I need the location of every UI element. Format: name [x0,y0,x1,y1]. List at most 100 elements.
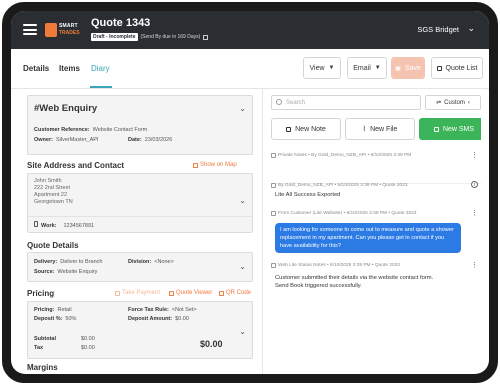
more-options-icon[interactable]: ⋮ [471,209,478,217]
map-icon [193,162,198,168]
new-note-button[interactable]: New Note [271,118,341,140]
delivery-value: Deliver to Branch [60,259,103,265]
card-icon [115,290,120,296]
enquiry-card[interactable]: #Web Enquiry ⌄ Customer Reference: Websi… [27,95,253,155]
quote-details-title: Quote Details [27,241,79,250]
entry-meta-text: Private Notes • By Gold_Demo_NZB_API • 6… [278,153,412,158]
deposit-pct-label: Deposit %: [34,316,63,322]
force-tax-label: Force Tax Rule: [128,307,169,313]
take-payment-label: Take Payment [122,290,161,296]
company-selector[interactable]: SGS Bridget [417,25,459,34]
entry-meta: Private Notes • By Gold_Demo_NZB_API • 6… [271,153,411,158]
tab-bar: Details Items Diary View ▼ Email ▼ ▣ Save Q… [11,49,489,89]
pricing-card[interactable]: Pricing: Retail Deposit %: 50% Force Tax… [27,301,253,359]
search-input[interactable]: Search [271,95,421,110]
address-block: John Smith 222 2nd Street Apartment 22 G… [34,178,73,206]
tab-details[interactable]: Details [23,64,49,73]
quote-viewer-link[interactable]: Quote Viewer [169,290,212,296]
qr-code-label: QR Code [226,290,252,296]
take-payment-link[interactable]: Take Payment [115,290,160,296]
top-bar: SMART TRADES Quote 1343 Draft - Incomple… [11,11,489,49]
menu-icon[interactable] [23,24,37,35]
customer-icon [271,211,276,216]
tab-items[interactable]: Items [59,64,80,73]
margins-title: Margins [27,363,58,372]
note-icon [271,153,276,158]
qr-code-link[interactable]: QR Code [219,290,251,296]
search-placeholder: Search [286,100,306,106]
entry-body: Customer submitted their details via the… [275,274,433,290]
message-bubble: I am looking for someone to come out to … [275,223,461,253]
entry-meta: From Customer (Lite Website) • 6/10/2025… [271,211,416,216]
quote-viewer-label: Quote Viewer [176,290,213,296]
external-link-icon [169,290,174,296]
logo-text-2: TRADES [59,30,80,36]
owner-value: SilverMaster_API [55,137,99,143]
quote-list-button[interactable]: Quote List [431,57,483,79]
address-line: Apartment 22 [34,192,68,198]
info-icon[interactable]: i [471,181,478,188]
pricing-value: Retail [57,307,72,313]
chevron-down-icon[interactable]: ⌄ [239,327,246,336]
entry-meta: By Gold_Demo_NZB_API • 6/10/2025 3:39 PM… [271,183,408,188]
quote-details-card[interactable]: Delivery: Deliver to Branch Source: Webs… [27,252,253,282]
divider [28,216,252,217]
deposit-amount-value: $0.00 [175,316,189,322]
force-tax-value: <Not Set> [171,307,197,313]
entry-meta-text: From Customer (Lite Website) • 6/10/2025… [278,211,417,216]
qr-code-icon [219,290,224,296]
custom-filter-label: Custom [444,99,465,106]
show-on-map-label: Show on Map [200,162,237,168]
pricing-title: Pricing [27,289,55,298]
pricing-label: Pricing: [34,307,55,313]
site-address-card[interactable]: John Smith 222 2nd Street Apartment 22 G… [27,173,253,233]
quote-list-label: Quote List [445,64,478,72]
tab-diary[interactable]: Diary [91,64,110,73]
chevron-down-icon[interactable]: ⌄ [239,196,246,205]
new-sms-button[interactable]: New SMS [419,118,481,140]
more-options-icon[interactable]: ⋮ [471,151,478,159]
new-file-button[interactable]: ⌇ New File [345,118,415,140]
note-icon [271,263,276,268]
chevron-down-icon: ▼ [374,65,381,71]
tax-value: $0.00 [81,345,95,351]
note-icon [286,126,292,132]
save-icon: ▣ [395,65,401,72]
work-value: 1234567891 [63,223,95,229]
note-icon [271,183,276,188]
save-button-label: Save [404,64,421,72]
chevron-down-icon: ▼ [328,65,335,71]
chevron-down-icon[interactable]: ⌄ [467,23,475,34]
address-line: Georgetown TN [34,199,73,205]
send-by-text: (Send By due in 169 Days) [140,34,201,40]
search-icon [276,99,282,105]
entry-body-line: Customer submitted their details via the… [275,275,434,281]
division-label: Division: [128,259,152,265]
view-button[interactable]: View ▼ [303,57,341,79]
subtotal-value: $0.00 [81,336,95,342]
customer-ref-label: Customer Reference: [34,127,90,133]
external-link-icon[interactable] [203,34,209,40]
chevron-down-icon[interactable]: ⌄ [239,262,246,271]
chevron-down-icon[interactable]: ⌄ [239,104,246,113]
active-tab-indicator [90,86,112,88]
tablet-frame: SMART TRADES Quote 1343 Draft - Incomple… [2,2,498,383]
new-note-label: New Note [295,125,326,133]
new-file-label: New File [370,125,398,133]
customer-ref-value: Website Contact Form [92,127,148,133]
app-logo: SMART TRADES [45,21,83,39]
list-icon [436,65,442,71]
source-value: Website Enquiry [57,269,98,275]
show-on-map-link[interactable]: Show on Map [193,162,237,168]
save-button[interactable]: ▣ Save [391,57,425,79]
delivery-label: Delivery: [34,259,58,265]
entry-meta: Web Lite Status Notes • 6/10/2025 3:39 P… [271,263,400,268]
email-button[interactable]: Email ▼ [347,57,387,79]
source-label: Source: [34,269,55,275]
total-value: $0.00 [200,339,223,349]
entry-body: Lite All Success Exported [275,192,341,198]
custom-filter-button[interactable]: ⇌ Custom ‹ [425,95,481,110]
work-label: Work: [41,223,57,229]
enquiry-title: #Web Enquiry [34,103,98,114]
more-options-icon[interactable]: ⋮ [471,261,478,269]
